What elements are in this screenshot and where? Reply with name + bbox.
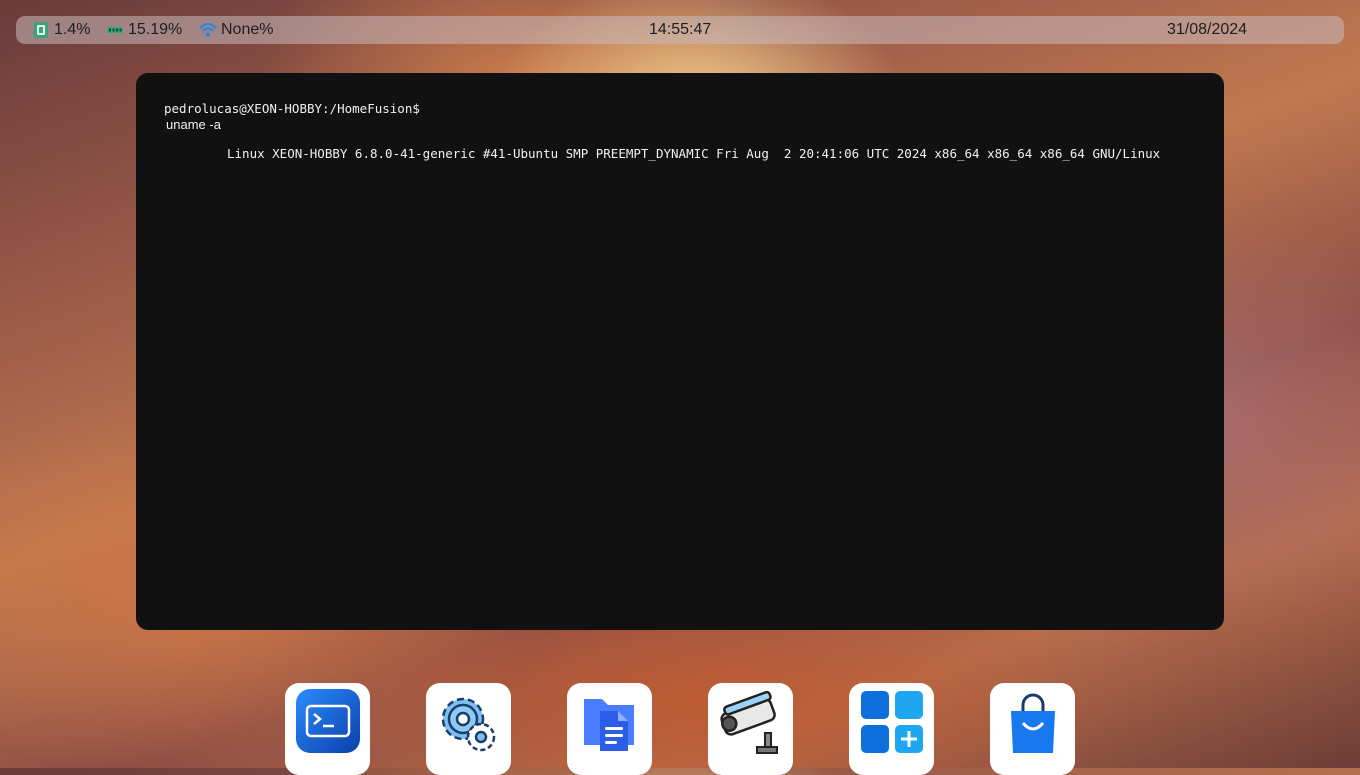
ram-usage-text: 15.19%: [128, 21, 183, 38]
top-status-bar: 1.4% 15.19% None% 14:55:47 31/08/2024: [16, 16, 1344, 44]
security-camera-icon: [719, 690, 778, 754]
terminal-command: uname -a: [166, 117, 221, 132]
clock: 14:55:47: [649, 21, 712, 38]
dock-app-store[interactable]: [990, 683, 1075, 775]
app-grid-icon: [860, 691, 923, 753]
wifi-icon: [199, 22, 217, 37]
date: 31/08/2024: [1167, 21, 1248, 38]
memory-icon: [107, 27, 123, 33]
wifi-stat: None%: [199, 21, 273, 39]
terminal-window[interactable]: pedrolucas@XEON-HOBBY:/HomeFusion$ uname…: [136, 73, 1224, 630]
terminal-icon: [295, 689, 360, 753]
settings-gear-icon: [441, 697, 495, 752]
file-manager-icon: [583, 699, 634, 751]
dock-app-settings[interactable]: [426, 683, 511, 775]
wifi-status-text: None%: [221, 21, 274, 38]
cpu-chip-icon: [34, 22, 48, 38]
dock-app-launcher[interactable]: [849, 683, 934, 775]
terminal-prompt: pedrolucas@XEON-HOBBY:/HomeFusion$: [164, 101, 420, 116]
terminal-output: Linux XEON-HOBBY 6.8.0-41-generic #41-Ub…: [227, 146, 1161, 161]
cpu-usage-text: 1.4%: [54, 21, 91, 38]
ram-stat: 15.19%: [106, 21, 182, 39]
dock-app-files[interactable]: [567, 683, 652, 775]
app-dock: [0, 683, 1360, 775]
dock-app-terminal[interactable]: [285, 683, 370, 775]
cpu-stat: 1.4%: [32, 21, 90, 39]
store-bag-icon: [1010, 693, 1055, 753]
dock-app-camera[interactable]: [708, 683, 793, 775]
